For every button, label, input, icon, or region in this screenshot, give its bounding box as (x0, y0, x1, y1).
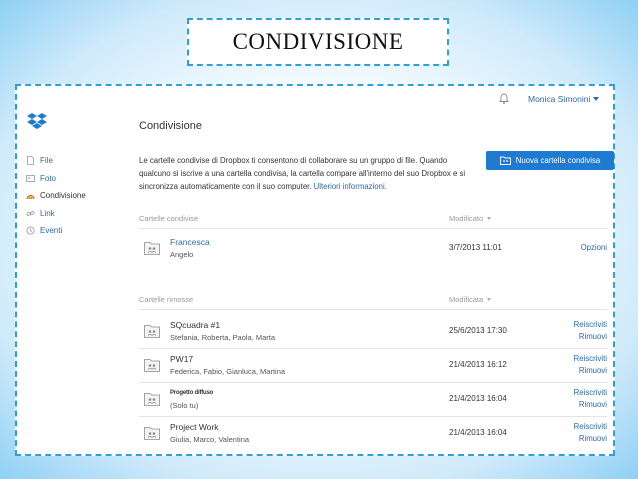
dropbox-app: Monica Simonini File Foto Condivisione L… (20, 88, 614, 454)
col-modified-label: Modificata (449, 295, 484, 304)
remove-link[interactable]: Rimuovi (579, 332, 607, 341)
remove-link[interactable]: Rimuovi (579, 366, 607, 375)
sidebar: File Foto Condivisione Link Eventi (26, 152, 116, 240)
folder-modified: 21/4/2013 16:04 (449, 394, 507, 403)
sort-caret-icon (487, 298, 492, 301)
shared-folder-icon (499, 156, 511, 165)
folder-name: PW17 (170, 354, 194, 364)
shared-folder-icon (144, 427, 160, 440)
rejoin-link[interactable]: Reiscriviti (574, 422, 607, 431)
user-name: Monica Simonini (528, 94, 591, 104)
new-shared-folder-label: Nuova cartella condivisa (515, 156, 601, 165)
sidebar-item-label: Foto (40, 173, 57, 183)
sidebar-item-file[interactable]: File (26, 152, 116, 170)
sidebar-item-label: Link (40, 208, 55, 218)
shared-folders-header: Cartelle condivise Modificato (139, 214, 607, 226)
sidebar-item-condivisione[interactable]: Condivisione (26, 187, 116, 205)
divider (139, 382, 607, 383)
folder-members: Giulia, Marco, Valentina (170, 435, 250, 444)
rejoin-link[interactable]: Reiscriviti (574, 354, 607, 363)
slide-title-box: CONDIVISIONE (187, 18, 449, 66)
options-link[interactable]: Opzioni (581, 243, 607, 252)
shared-folder-icon (144, 359, 160, 372)
folder-name[interactable]: Francesca (170, 237, 210, 247)
divider (139, 416, 607, 417)
folder-name: Progetto diffuso (170, 390, 214, 396)
folder-modified: 25/6/2013 17:30 (449, 326, 507, 335)
shared-folder-icon (144, 393, 160, 406)
divider (139, 228, 607, 229)
slide-title: CONDIVISIONE (232, 29, 404, 54)
top-bar: Monica Simonini (20, 88, 610, 110)
divider (139, 309, 607, 310)
intro-text: Le cartelle condivise di Dropbox ti cons… (139, 154, 479, 193)
intro-line: Le cartelle condivise di Dropbox ti cons… (139, 156, 448, 165)
sidebar-item-eventi[interactable]: Eventi (26, 222, 116, 240)
removed-folders-header: Cartelle rimosse Modificata (139, 295, 607, 307)
user-menu[interactable]: Monica Simonini (528, 94, 600, 104)
bell-icon[interactable] (498, 93, 510, 105)
new-shared-folder-button[interactable]: Nuova cartella condivisa (486, 151, 614, 170)
folder-name: SQcuadra #1 (170, 320, 221, 330)
intro-line-last: sincronizza automaticamente con il suo c… (139, 180, 479, 193)
folder-modified: 3/7/2013 11:01 (449, 243, 502, 252)
rejoin-link[interactable]: Reiscriviti (574, 320, 607, 329)
col-name-header[interactable]: Cartelle condivise (139, 214, 198, 223)
intro-line: qualcuno si iscrive a una cartella condi… (139, 169, 466, 178)
folder-modified: 21/4/2013 16:12 (449, 360, 507, 369)
sidebar-item-label: Eventi (40, 226, 63, 236)
col-name-header[interactable]: Cartelle rimosse (139, 295, 193, 304)
col-modified-label: Modificato (449, 214, 484, 223)
table-row[interactable]: SQcuadra #1 Stefania, Roberta, Paola, Ma… (139, 317, 607, 347)
rejoin-link[interactable]: Reiscriviti (574, 388, 607, 397)
photo-icon (26, 174, 35, 182)
chevron-down-icon (593, 97, 600, 101)
intro-line: sincronizza automaticamente con il suo c… (139, 182, 312, 191)
table-row[interactable]: Progetto diffuso (Solo tu) 21/4/2013 16:… (139, 385, 607, 415)
shared-folder-icon (144, 325, 160, 338)
sidebar-item-link[interactable]: Link (26, 205, 116, 223)
col-modified-header[interactable]: Modificato (449, 214, 492, 223)
sort-caret-icon (487, 217, 492, 220)
file-icon (27, 156, 34, 166)
table-row[interactable]: Project Work Giulia, Marco, Valentina 21… (139, 419, 607, 449)
page-title: Condivisione (139, 120, 202, 132)
folder-members: Angelo (170, 250, 194, 259)
link-icon (26, 210, 35, 216)
divider (139, 348, 607, 349)
folder-members: Stefania, Roberta, Paola, Marta (170, 333, 276, 342)
events-icon (26, 226, 35, 235)
table-row[interactable]: PW17 Federica, Fabio, Gianluca, Martina … (139, 351, 607, 381)
sidebar-item-foto[interactable]: Foto (26, 170, 116, 188)
shared-folder-icon (144, 242, 160, 255)
more-info-link[interactable]: Ulteriori informazioni. (314, 182, 387, 191)
col-modified-header[interactable]: Modificata (449, 295, 492, 304)
sidebar-item-label: File (40, 156, 53, 166)
rainbow-share-icon (26, 195, 35, 200)
folder-members: Federica, Fabio, Gianluca, Martina (170, 367, 286, 376)
folder-modified: 21/4/2013 16:04 (449, 428, 507, 437)
table-row[interactable]: Francesca Angelo 3/7/2013 11:01 Opzioni (139, 234, 607, 264)
folder-name: Project Work (170, 422, 219, 432)
sidebar-item-label: Condivisione (40, 191, 86, 201)
folder-members: (Solo tu) (170, 401, 199, 410)
dropbox-logo-icon[interactable] (26, 112, 48, 132)
remove-link[interactable]: Rimuovi (579, 400, 607, 409)
remove-link[interactable]: Rimuovi (579, 434, 607, 443)
